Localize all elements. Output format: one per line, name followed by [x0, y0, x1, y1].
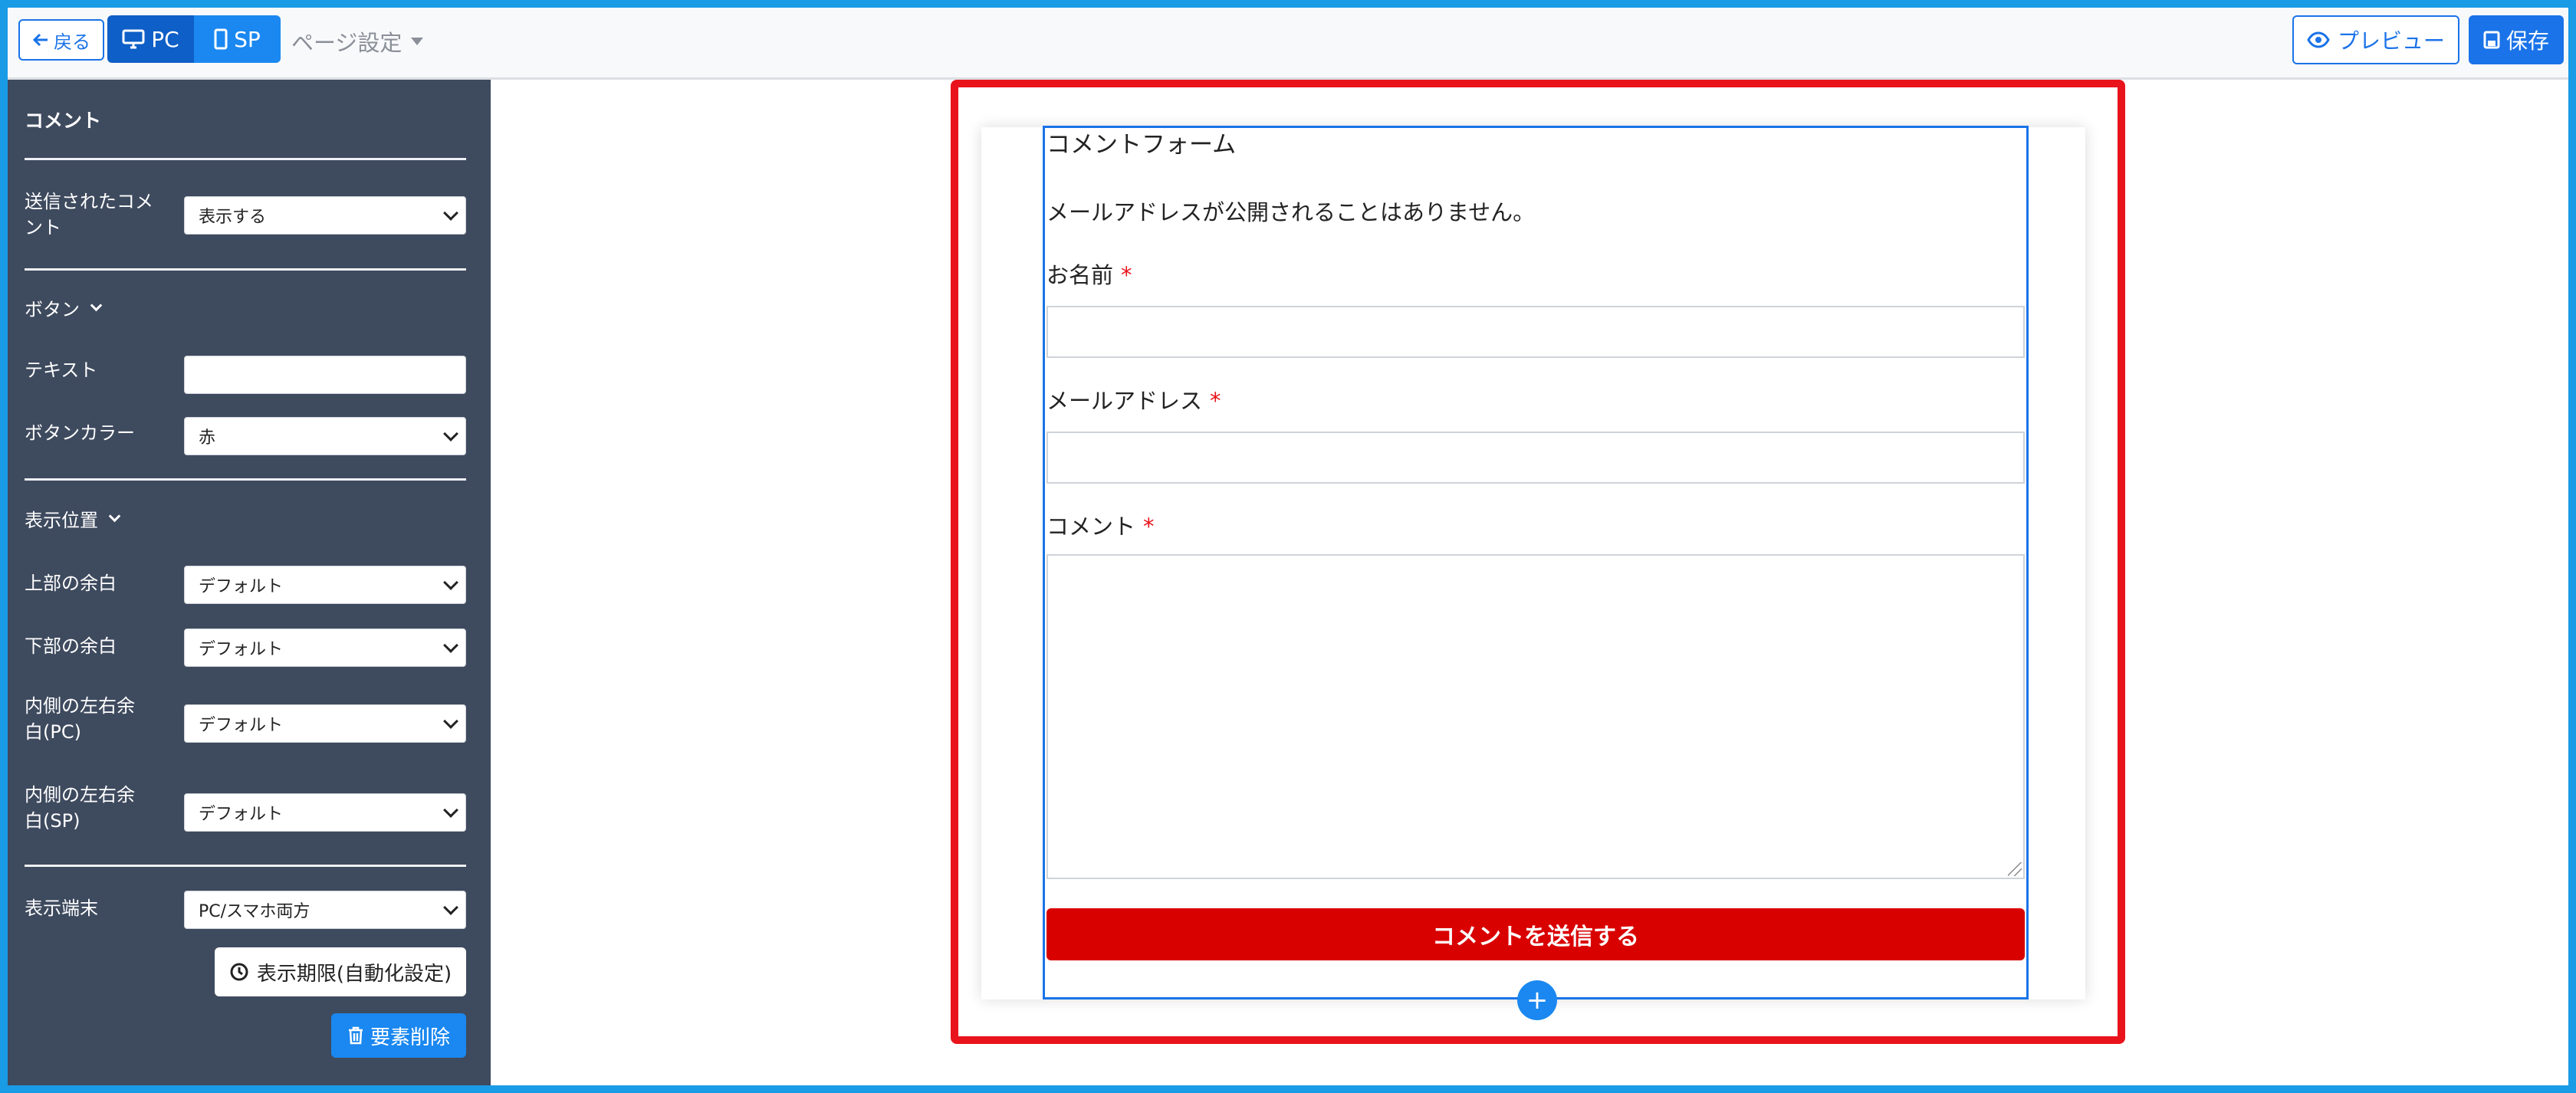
top-toolbar: 戻る PC SP ページ設定 プレビュー 保存 — [8, 8, 2568, 80]
device-sp-label: SP — [234, 26, 261, 52]
submitted-comments-label: 送信されたコメント — [25, 191, 153, 238]
save-label: 保存 — [2505, 28, 2549, 54]
inner-padding-pc-select[interactable]: デフォルト — [184, 704, 466, 743]
divider — [25, 865, 466, 867]
chevron-down-icon — [443, 638, 458, 653]
submitted-comments-value: 表示する — [199, 208, 267, 227]
display-device-value: PC/スマホ両方 — [199, 902, 310, 921]
inner-padding-pc-label: 内側の左右余白(PC) — [25, 695, 135, 743]
delete-element-button[interactable]: 要素削除 — [331, 1013, 466, 1058]
display-device-label: 表示端末 — [25, 898, 98, 919]
chevron-down-icon — [443, 426, 458, 441]
eye-icon — [2307, 31, 2330, 48]
desktop-icon — [122, 29, 145, 49]
device-sp-button[interactable]: SP — [194, 15, 281, 63]
top-margin-select[interactable]: デフォルト — [184, 566, 466, 604]
chevron-down-icon — [443, 900, 458, 915]
app-window: 戻る PC SP ページ設定 プレビュー 保存 コメント 送信されたコメント 表… — [0, 0, 2576, 1093]
delete-label: 要素削除 — [370, 1026, 450, 1049]
divider — [25, 158, 466, 160]
highlight-frame — [951, 80, 2125, 1044]
device-pc-button[interactable]: PC — [107, 15, 194, 63]
page-settings-label: ページ設定 — [291, 30, 402, 56]
button-color-label: ボタンカラー — [25, 422, 135, 444]
clock-icon — [229, 962, 249, 982]
inner-padding-sp-label: 内側の左右余白(SP) — [25, 784, 135, 832]
arrow-left-icon — [32, 31, 49, 48]
inner-padding-sp-select[interactable]: デフォルト — [184, 793, 466, 832]
device-toggle: PC SP — [107, 15, 281, 63]
bottom-margin-select[interactable]: デフォルト — [184, 629, 466, 667]
chevron-down-icon — [443, 803, 458, 818]
chevron-down-icon — [443, 205, 458, 221]
trash-icon — [347, 1026, 364, 1045]
chevron-down-icon — [108, 510, 121, 523]
inner-padding-sp-value: デフォルト — [199, 805, 284, 824]
divider — [25, 478, 466, 481]
chevron-down-icon — [443, 714, 458, 729]
inner-padding-pc-value: デフォルト — [199, 716, 284, 735]
button-color-value: 赤 — [199, 428, 216, 448]
top-margin-value: デフォルト — [199, 577, 284, 596]
page-settings-dropdown[interactable]: ページ設定 — [291, 26, 424, 57]
button-section-label: ボタン — [25, 299, 80, 320]
bottom-margin-label: 下部の余白 — [25, 635, 117, 657]
schedule-label: 表示期限(自動化設定) — [256, 962, 452, 986]
save-button[interactable]: 保存 — [2469, 15, 2564, 64]
settings-sidebar: コメント 送信されたコメント 表示する ボタン テキスト ボタンカラー 赤 表示… — [8, 80, 491, 1085]
display-device-select[interactable]: PC/スマホ両方 — [184, 891, 466, 929]
position-section-label: 表示位置 — [25, 510, 98, 531]
device-pc-label: PC — [151, 26, 179, 52]
editor-canvas: コメントフォーム メールアドレスが公開されることはありません。 お名前 * メール… — [491, 80, 2568, 1085]
schedule-button[interactable]: 表示期限(自動化設定) — [215, 947, 466, 996]
submitted-comments-select[interactable]: 表示する — [184, 196, 466, 235]
button-text-input[interactable] — [184, 356, 466, 394]
divider — [25, 268, 466, 271]
button-section-toggle[interactable]: ボタン — [25, 294, 103, 321]
chevron-down-icon — [443, 575, 458, 590]
bottom-margin-value: デフォルト — [199, 640, 284, 659]
position-section-toggle[interactable]: 表示位置 — [25, 505, 121, 532]
mobile-icon — [214, 28, 228, 50]
button-color-select[interactable]: 赤 — [184, 417, 466, 455]
text-label: テキスト — [25, 359, 98, 381]
chevron-down-icon — [90, 299, 103, 312]
back-label: 戻る — [54, 31, 90, 53]
caret-down-icon — [411, 38, 424, 45]
top-margin-label: 上部の余白 — [25, 573, 117, 594]
preview-label: プレビュー — [2337, 28, 2445, 54]
back-button[interactable]: 戻る — [18, 19, 104, 61]
preview-button[interactable]: プレビュー — [2292, 15, 2459, 64]
save-icon — [2483, 31, 2500, 49]
sidebar-title: コメント — [25, 110, 102, 132]
